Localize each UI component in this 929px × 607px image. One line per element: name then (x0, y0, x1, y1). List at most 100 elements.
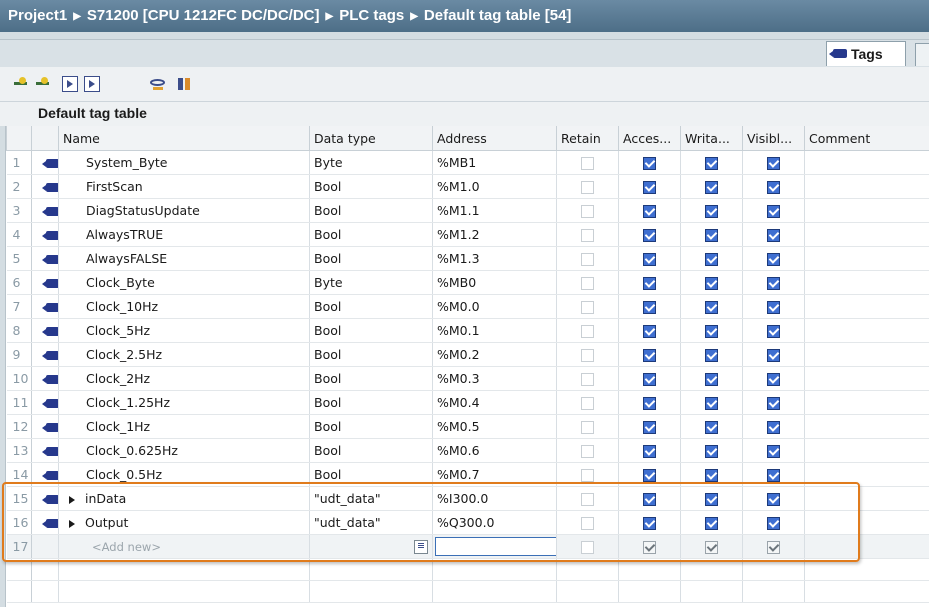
add-new-row[interactable]: 17 <Add new> (6, 534, 929, 559)
datatype-cell[interactable]: Bool (309, 438, 433, 463)
add-new-placeholder[interactable]: <Add new> (63, 540, 161, 554)
retain-checkbox[interactable] (581, 517, 594, 530)
writable-cell[interactable] (680, 342, 743, 367)
writable-checkbox[interactable] (705, 253, 718, 266)
table-row[interactable]: 6 Clock_Byte Byte %MB0 (6, 270, 929, 295)
accessible-checkbox[interactable] (643, 541, 656, 554)
writable-cell[interactable] (680, 438, 743, 463)
writable-checkbox[interactable] (705, 469, 718, 482)
columns-icon[interactable] (177, 76, 193, 92)
writable-checkbox[interactable] (705, 493, 718, 506)
name-cell[interactable]: inData (58, 486, 310, 511)
header-accessible[interactable]: Acces... (618, 126, 681, 151)
table-row[interactable]: 13 Clock_0.625Hz Bool %M0.6 (6, 438, 929, 463)
writable-cell[interactable] (680, 222, 743, 247)
header-retain[interactable]: Retain (556, 126, 619, 151)
writable-checkbox[interactable] (705, 229, 718, 242)
retain-cell[interactable] (556, 510, 619, 535)
datatype-cell[interactable]: "udt_data" (309, 486, 433, 511)
accessible-checkbox[interactable] (643, 253, 656, 266)
accessible-cell[interactable] (618, 534, 681, 559)
table-row[interactable]: 5 AlwaysFALSE Bool %M1.3 (6, 246, 929, 271)
accessible-checkbox[interactable] (643, 445, 656, 458)
table-row[interactable]: 7 Clock_10Hz Bool %M0.0 (6, 294, 929, 319)
writable-cell[interactable] (680, 366, 743, 391)
retain-cell[interactable] (556, 198, 619, 223)
breadcrumb-device[interactable]: S71200 [CPU 1212FC DC/DC/DC] (87, 7, 320, 24)
retain-cell[interactable] (556, 174, 619, 199)
retain-cell[interactable] (556, 462, 619, 487)
retain-checkbox[interactable] (581, 373, 594, 386)
datatype-cell[interactable]: Bool (309, 366, 433, 391)
accessible-checkbox[interactable] (643, 397, 656, 410)
visible-checkbox[interactable] (767, 277, 780, 290)
add-row-icon[interactable] (13, 76, 29, 92)
comment-cell[interactable] (804, 486, 929, 511)
comment-cell[interactable] (804, 198, 929, 223)
datatype-cell[interactable]: Bool (309, 294, 433, 319)
retain-cell[interactable] (556, 486, 619, 511)
visible-cell[interactable] (742, 318, 805, 343)
comment-cell[interactable] (804, 174, 929, 199)
accessible-cell[interactable] (618, 174, 681, 199)
address-cell[interactable]: %M1.3 (432, 246, 557, 271)
accessible-checkbox[interactable] (643, 373, 656, 386)
retain-cell[interactable] (556, 390, 619, 415)
writable-cell[interactable] (680, 198, 743, 223)
visible-checkbox[interactable] (767, 301, 780, 314)
address-cell[interactable]: %M1.2 (432, 222, 557, 247)
comment-cell[interactable] (804, 438, 929, 463)
table-row[interactable]: 8 Clock_5Hz Bool %M0.1 (6, 318, 929, 343)
datatype-picker-icon[interactable] (414, 540, 428, 554)
accessible-checkbox[interactable] (643, 181, 656, 194)
writable-checkbox[interactable] (705, 325, 718, 338)
datatype-cell[interactable]: Bool (309, 246, 433, 271)
header-comment[interactable]: Comment (804, 126, 929, 151)
accessible-cell[interactable] (618, 438, 681, 463)
export-icon[interactable] (62, 76, 78, 92)
table-row[interactable]: 14 Clock_0.5Hz Bool %M0.7 (6, 462, 929, 487)
add-new-name-cell[interactable]: <Add new> (58, 534, 310, 559)
accessible-cell[interactable] (618, 462, 681, 487)
writable-checkbox[interactable] (705, 349, 718, 362)
datatype-cell[interactable]: Bool (309, 318, 433, 343)
comment-cell[interactable] (804, 366, 929, 391)
writable-checkbox[interactable] (705, 541, 718, 554)
writable-cell[interactable] (680, 414, 743, 439)
visible-cell[interactable] (742, 510, 805, 535)
name-cell[interactable]: Clock_5Hz (58, 318, 310, 343)
visible-checkbox[interactable] (767, 325, 780, 338)
name-cell[interactable]: Clock_2.5Hz (58, 342, 310, 367)
comment-cell[interactable] (804, 390, 929, 415)
visible-cell[interactable] (742, 198, 805, 223)
accessible-cell[interactable] (618, 486, 681, 511)
tab-user-constants[interactable] (915, 43, 929, 66)
visible-checkbox[interactable] (767, 517, 780, 530)
comment-cell[interactable] (804, 318, 929, 343)
writable-cell[interactable] (680, 270, 743, 295)
retain-cell[interactable] (556, 414, 619, 439)
table-row[interactable]: 15 inData "udt_data" %I300.0 (6, 486, 929, 511)
table-row[interactable]: 2 FirstScan Bool %M1.0 (6, 174, 929, 199)
writable-checkbox[interactable] (705, 445, 718, 458)
accessible-cell[interactable] (618, 342, 681, 367)
datatype-cell[interactable]: Byte (309, 150, 433, 175)
datatype-cell[interactable]: "udt_data" (309, 510, 433, 535)
visible-checkbox[interactable] (767, 157, 780, 170)
visible-cell[interactable] (742, 294, 805, 319)
retain-cell[interactable] (556, 366, 619, 391)
retain-checkbox[interactable] (581, 349, 594, 362)
address-cell[interactable]: %M0.6 (432, 438, 557, 463)
writable-cell[interactable] (680, 462, 743, 487)
address-cell[interactable]: %I300.0 (432, 486, 557, 511)
name-cell[interactable]: Clock_2Hz (58, 366, 310, 391)
table-row[interactable]: 3 DiagStatusUpdate Bool %M1.1 (6, 198, 929, 223)
table-row[interactable]: 4 AlwaysTRUE Bool %M1.2 (6, 222, 929, 247)
retain-checkbox[interactable] (581, 205, 594, 218)
address-cell[interactable]: %M0.0 (432, 294, 557, 319)
retain-cell[interactable] (556, 438, 619, 463)
accessible-cell[interactable] (618, 390, 681, 415)
comment-cell[interactable] (804, 294, 929, 319)
writable-checkbox[interactable] (705, 373, 718, 386)
address-cell[interactable]: %MB0 (432, 270, 557, 295)
